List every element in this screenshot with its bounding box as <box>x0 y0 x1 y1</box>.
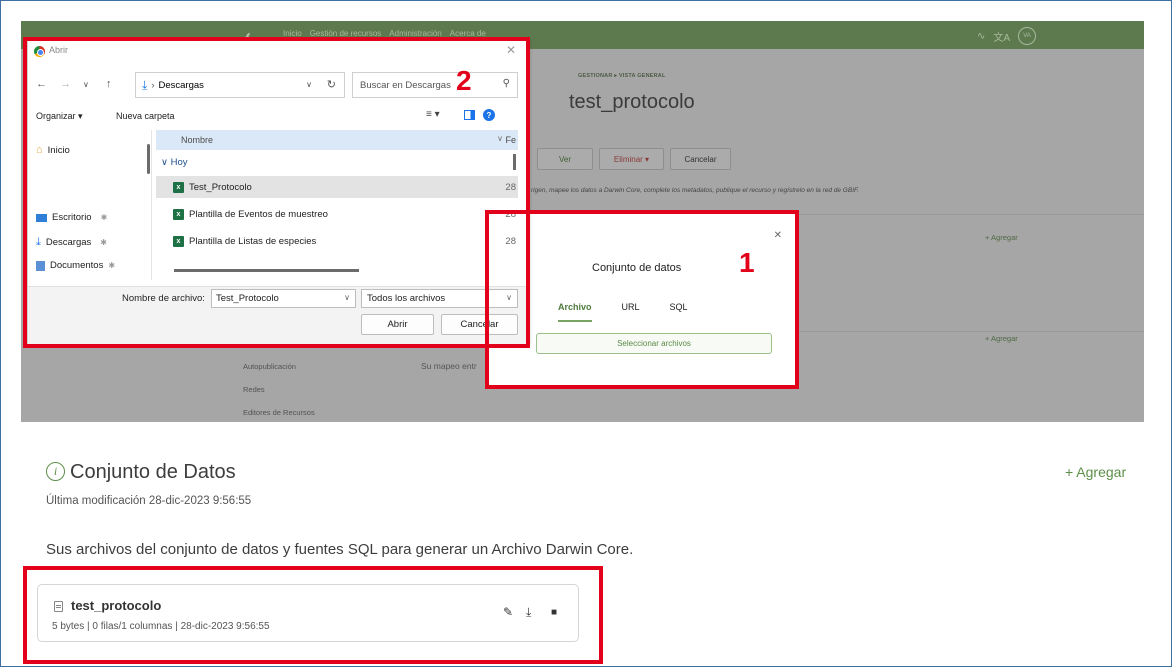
edit-icon[interactable]: ✎ <box>503 605 513 619</box>
last-modified: Última modificación 28-dic-2023 9:56:55 <box>46 495 252 507</box>
download-icon[interactable]: ⤓ <box>526 605 531 620</box>
activity-icon[interactable]: ∿ <box>977 31 985 42</box>
avatar[interactable]: VA <box>1018 27 1036 45</box>
resource-description: rigen, mapee los datos a Darwin Core, co… <box>531 187 859 194</box>
eliminar-button[interactable]: Eliminar ▾ <box>599 148 664 170</box>
ver-button[interactable]: Ver <box>537 148 593 170</box>
section-title: Conjunto de Datos <box>70 461 236 483</box>
sidebar-item-redes[interactable]: Redes <box>243 385 265 394</box>
mapping-text: Su mapeo entr <box>421 361 477 371</box>
add-dataset-link[interactable]: + Agregar <box>1065 464 1126 480</box>
file-icon <box>54 601 63 612</box>
add-mapping-link[interactable]: + Agregar <box>985 334 1018 343</box>
annotation-box-1 <box>485 210 799 389</box>
annotation-box-2 <box>23 37 530 348</box>
nav-right: ∿ 文A VA <box>977 27 1036 45</box>
dataset-file-card[interactable]: test_protocolo 5 bytes | 0 filas/1 colum… <box>37 584 579 642</box>
section-description: Sus archivos del conjunto de datos y fue… <box>46 541 634 558</box>
page-title: test_protocolo <box>569 91 695 113</box>
dataset-file-name[interactable]: test_protocolo <box>71 598 161 613</box>
page-frame: ⸙ Inicio Gestión de recursos Administrac… <box>0 0 1172 667</box>
dataset-file-meta: 5 bytes | 0 filas/1 columnas | 28-dic-20… <box>52 621 270 632</box>
annotation-number-2: 2 <box>456 65 472 96</box>
annotation-number-1: 1 <box>739 247 755 278</box>
sidebar-item-autopublicacion[interactable]: Autopublicación <box>243 362 296 371</box>
breadcrumb: GESTIONAR ▸ VISTA GENERAL <box>578 73 666 79</box>
sidebar-item-editores[interactable]: Editores de Recursos <box>243 408 315 417</box>
cancelar-button[interactable]: Cancelar <box>670 148 731 170</box>
add-source-link[interactable]: + Agregar <box>985 233 1018 242</box>
delete-icon[interactable]: ■ <box>551 607 557 618</box>
info-icon: i <box>46 462 65 481</box>
translate-icon[interactable]: 文A <box>993 29 1010 44</box>
